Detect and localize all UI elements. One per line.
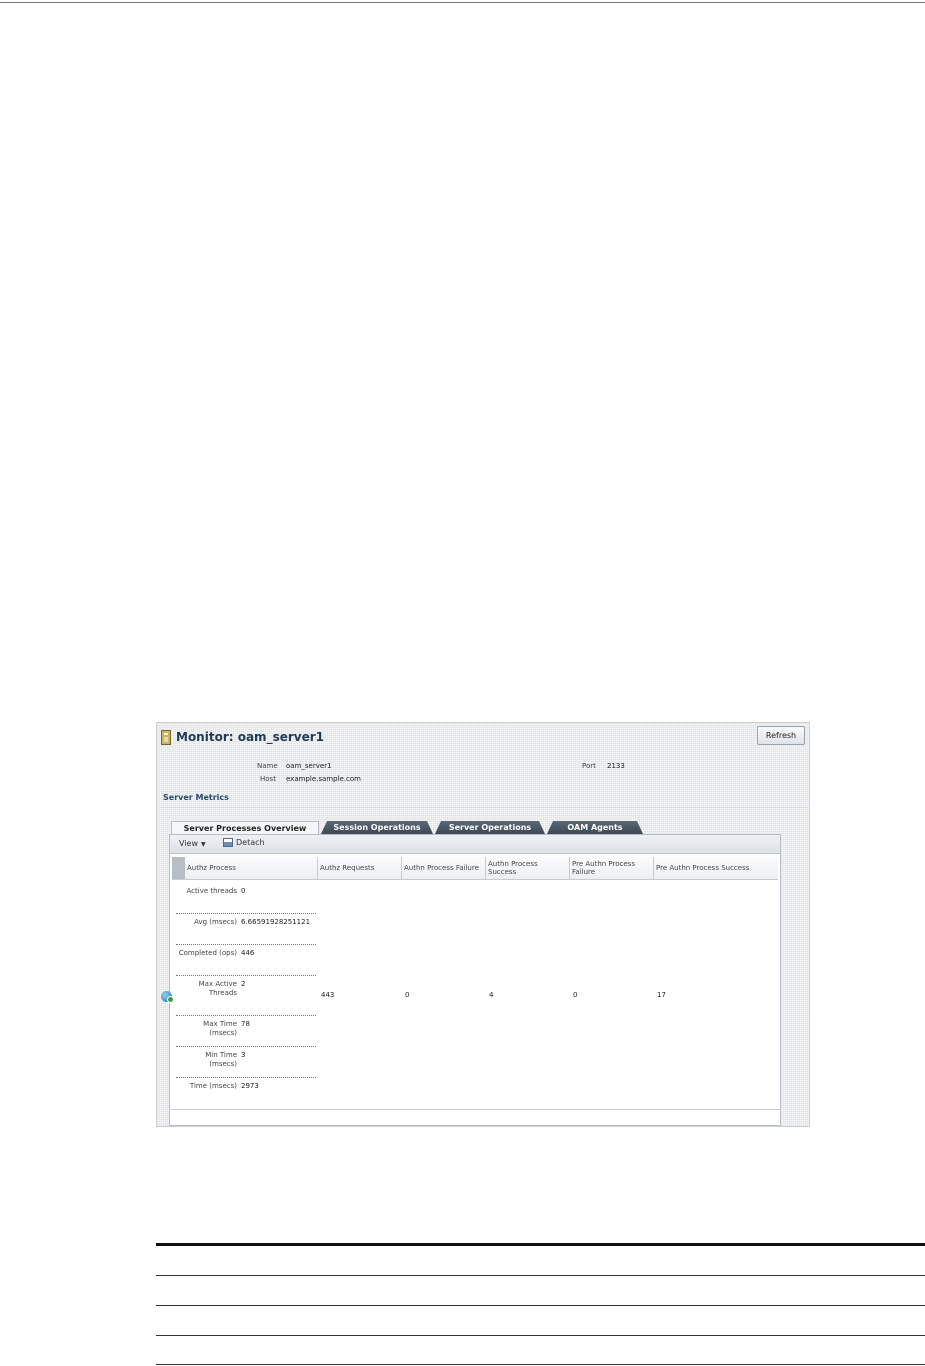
metric-value: 446 — [241, 949, 255, 957]
port-value: 2133 — [607, 762, 625, 770]
metric-value: 0 — [241, 887, 246, 895]
col-header-authz-process[interactable]: Authz Process — [185, 857, 317, 879]
metric-completed: Completed (ops) 446 — [170, 947, 320, 978]
row-separator — [176, 974, 316, 976]
cell-authn-process-failure: 0 — [405, 991, 410, 999]
table-row-rule — [156, 1275, 925, 1276]
host-value: example.sample.com — [286, 775, 361, 783]
name-value: oam_server1 — [286, 762, 332, 770]
metric-label: Time (msecs) — [189, 1082, 237, 1090]
col-header-authn-process-failure[interactable]: Authn Process Failure — [401, 857, 479, 879]
detach-label: Detach — [236, 838, 265, 847]
view-menu[interactable]: View ▼ — [179, 839, 206, 848]
monitor-screenshot: Monitor: oam_server1 Refresh Name oam_se… — [156, 722, 810, 1127]
host-label: Host — [260, 775, 276, 783]
table-row-rule — [156, 1364, 925, 1365]
page-title: Monitor: oam_server1 — [176, 730, 324, 744]
monitor-icon — [161, 729, 171, 745]
section-header-server-metrics: Server Metrics — [161, 793, 807, 808]
metric-min-time: Min Time (msecs) 3 — [170, 1049, 320, 1080]
metric-value: 2 — [241, 980, 246, 988]
metric-label: Max Active Threads — [198, 980, 237, 997]
metric-active-threads: Active threads 0 — [170, 885, 320, 916]
table-top-rule — [156, 1243, 925, 1246]
metric-label: Min Time (msecs) — [205, 1051, 237, 1068]
row-separator — [176, 912, 316, 914]
cell-authz-requests: 443 — [321, 991, 335, 999]
metric-value: 6.66591928251121 — [241, 918, 311, 926]
grid-header: Authz Process Authz Requests Authn Proce… — [172, 857, 778, 880]
title-bar: Monitor: oam_server1 — [161, 727, 324, 747]
metric-time: Time (msecs) 2973 — [170, 1080, 320, 1111]
metric-label: Completed (ops) — [178, 949, 237, 957]
detach-icon — [223, 838, 233, 847]
tab-oam-agents[interactable]: OAM Agents — [547, 821, 643, 834]
row-separator — [176, 943, 316, 945]
chevron-down-icon: ▼ — [200, 841, 206, 848]
port-label: Port — [582, 762, 596, 770]
metric-max-active-threads: Max Active Threads 2 — [170, 978, 320, 1018]
row-separator — [176, 1014, 316, 1016]
cell-pre-authn-process-success: 17 — [657, 991, 666, 999]
tab-server-processes-overview[interactable]: Server Processes Overview — [171, 821, 319, 834]
col-header-pre-authn-process-failure[interactable]: Pre Authn Process Failure — [569, 857, 649, 879]
name-label: Name — [257, 762, 278, 770]
row-separator — [176, 1076, 316, 1078]
tab-server-operations[interactable]: Server Operations — [435, 821, 545, 834]
tab-session-operations[interactable]: Session Operations — [321, 821, 433, 834]
view-menu-label: View — [179, 839, 198, 848]
metrics-panel: View ▼ Detach Authz Process Authz Request… — [169, 834, 781, 1126]
panel-bottom-line — [171, 1109, 781, 1110]
col-header-authz-requests[interactable]: Authz Requests — [317, 857, 401, 879]
row-separator — [176, 1045, 316, 1047]
metric-label: Max Time (msecs) — [203, 1020, 237, 1037]
table-row-rule — [156, 1305, 925, 1306]
refresh-button[interactable]: Refresh — [757, 726, 805, 745]
metric-value: 78 — [241, 1020, 250, 1028]
cell-pre-authn-process-failure: 0 — [573, 991, 578, 999]
col-header-pre-authn-process-success[interactable]: Pre Authn Process Success — [653, 857, 777, 879]
metric-avg: Avg (msecs) 6.66591928251121 — [170, 916, 320, 947]
grid-corner — [172, 857, 185, 879]
table-row-rule — [156, 1335, 925, 1336]
cell-authn-process-success: 4 — [489, 991, 494, 999]
globe-icon[interactable] — [161, 991, 174, 1003]
detach-button[interactable]: Detach — [223, 838, 265, 847]
page-top-rule — [0, 2, 925, 3]
metric-max-time: Max Time (msecs) 78 — [170, 1018, 320, 1049]
metric-label: Avg (msecs) — [194, 918, 237, 926]
metric-value: 2973 — [241, 1082, 259, 1090]
metric-label: Active threads — [186, 887, 237, 895]
panel-toolbar: View ▼ Detach — [170, 835, 780, 854]
col-header-authn-process-success[interactable]: Authn Process Success — [485, 857, 563, 879]
metric-value: 3 — [241, 1051, 246, 1059]
